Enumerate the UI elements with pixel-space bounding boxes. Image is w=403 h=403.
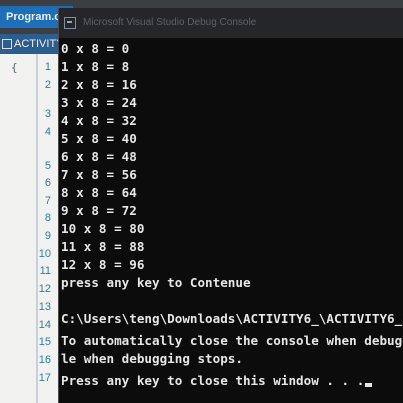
- console-line: 10 x 8 = 80: [61, 221, 145, 236]
- console-line: 3 x 8 = 24: [61, 95, 137, 110]
- line-number: 14: [38, 319, 51, 331]
- editor-gutter: [0, 54, 58, 403]
- console-line: press any key to Contenue: [61, 275, 251, 290]
- console-title-bar[interactable]: Microsoft Visual Studio Debug Console: [59, 8, 403, 38]
- project-icon: [2, 39, 12, 50]
- console-line: 2 x 8 = 16: [61, 77, 137, 92]
- console-line: 7 x 8 = 56: [61, 167, 137, 182]
- console-line: 1 x 8 = 8: [61, 59, 130, 74]
- text-cursor: [365, 383, 373, 387]
- line-number: 15: [38, 336, 51, 348]
- console-line: Press any key to close this window . . .: [61, 373, 365, 388]
- line-number: 7: [44, 195, 51, 207]
- line-number: 1: [44, 61, 51, 73]
- line-number: 8: [44, 212, 51, 224]
- console-line: 6 x 8 = 48: [61, 149, 137, 164]
- console-line: 0 x 8 = 0: [61, 41, 130, 56]
- console-line: 9 x 8 = 72: [61, 203, 137, 218]
- debug-console-window[interactable]: Microsoft Visual Studio Debug Console 0 …: [58, 8, 403, 403]
- console-line: 12 x 8 = 96: [61, 257, 145, 272]
- line-number: 5: [44, 160, 51, 172]
- code-block-icon: {: [11, 61, 18, 74]
- console-line: 4 x 8 = 32: [61, 113, 137, 128]
- line-number: 3: [44, 108, 51, 120]
- line-number: 2: [44, 79, 51, 91]
- line-number: 12: [38, 283, 51, 295]
- console-line: 5 x 8 = 40: [61, 131, 137, 146]
- line-number: 6: [44, 177, 51, 189]
- console-title: Microsoft Visual Studio Debug Console: [83, 17, 257, 28]
- line-number: 4: [44, 126, 51, 138]
- console-line: 11 x 8 = 88: [61, 239, 145, 254]
- line-number: 17: [38, 372, 51, 384]
- console-app-icon: [64, 17, 76, 29]
- line-number: 16: [38, 354, 51, 366]
- line-number: 9: [44, 230, 51, 242]
- line-number: 11: [39, 265, 51, 277]
- console-line: To automatically close the console when …: [61, 333, 403, 348]
- console-prompt-line: Press any key to close this window . . .: [61, 372, 373, 390]
- console-line: le when debugging stops.: [61, 351, 243, 366]
- console-line: 8 x 8 = 64: [61, 185, 137, 200]
- console-line: C:\Users\teng\Downloads\ACTIVITY6_\ACTIV…: [61, 311, 403, 326]
- line-number: 10: [38, 248, 51, 260]
- line-number: 13: [38, 301, 51, 313]
- gutter-divider: [36, 54, 38, 403]
